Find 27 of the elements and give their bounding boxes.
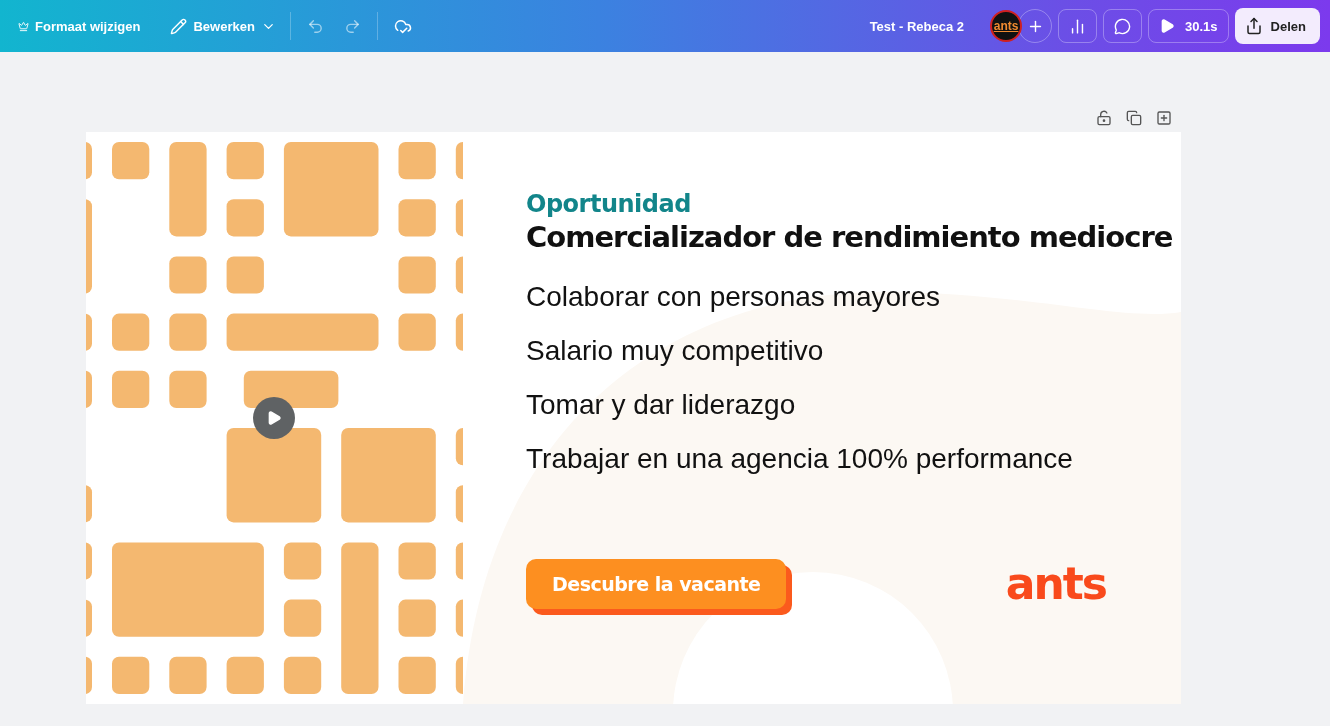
edit-button[interactable]: Bewerken <box>162 11 284 41</box>
pencil-icon <box>170 17 188 35</box>
redo-icon <box>343 17 361 35</box>
comment-icon <box>1114 17 1132 35</box>
resize-button[interactable]: Formaat wijzigen <box>10 12 149 40</box>
crown-icon <box>18 20 29 32</box>
brand-logo: ants <box>1005 558 1106 609</box>
play-icon <box>1159 18 1176 34</box>
undo-icon <box>306 17 324 35</box>
share-button[interactable]: Delen <box>1234 8 1320 44</box>
share-icon <box>1244 17 1263 35</box>
insights-button[interactable] <box>1058 9 1098 43</box>
benefit-text: Tomar y dar liderazgo <box>526 388 797 422</box>
unlock-icon[interactable] <box>1096 110 1112 126</box>
benefit-text: Salario muy competitivo <box>526 334 825 368</box>
benefit-text: Colaborar con personas mayores <box>526 280 941 314</box>
duplicate-icon[interactable] <box>1126 110 1142 126</box>
eyebrow-label: Oportunidad <box>526 190 692 218</box>
cloud-check-icon <box>393 17 412 35</box>
document-title[interactable]: Test - Rebeca 2 <box>869 18 965 34</box>
slide-heading: Comercializador de rendimiento mediocre <box>526 220 1174 254</box>
add-page-icon[interactable] <box>1156 110 1172 126</box>
benefit-text: Trabajar en una agencia 100% performance <box>526 442 1074 476</box>
play-icon <box>266 410 282 426</box>
present-button[interactable]: 30.1s <box>1148 9 1229 43</box>
user-avatar[interactable]: ants <box>990 10 1023 42</box>
comment-button[interactable] <box>1103 9 1143 43</box>
